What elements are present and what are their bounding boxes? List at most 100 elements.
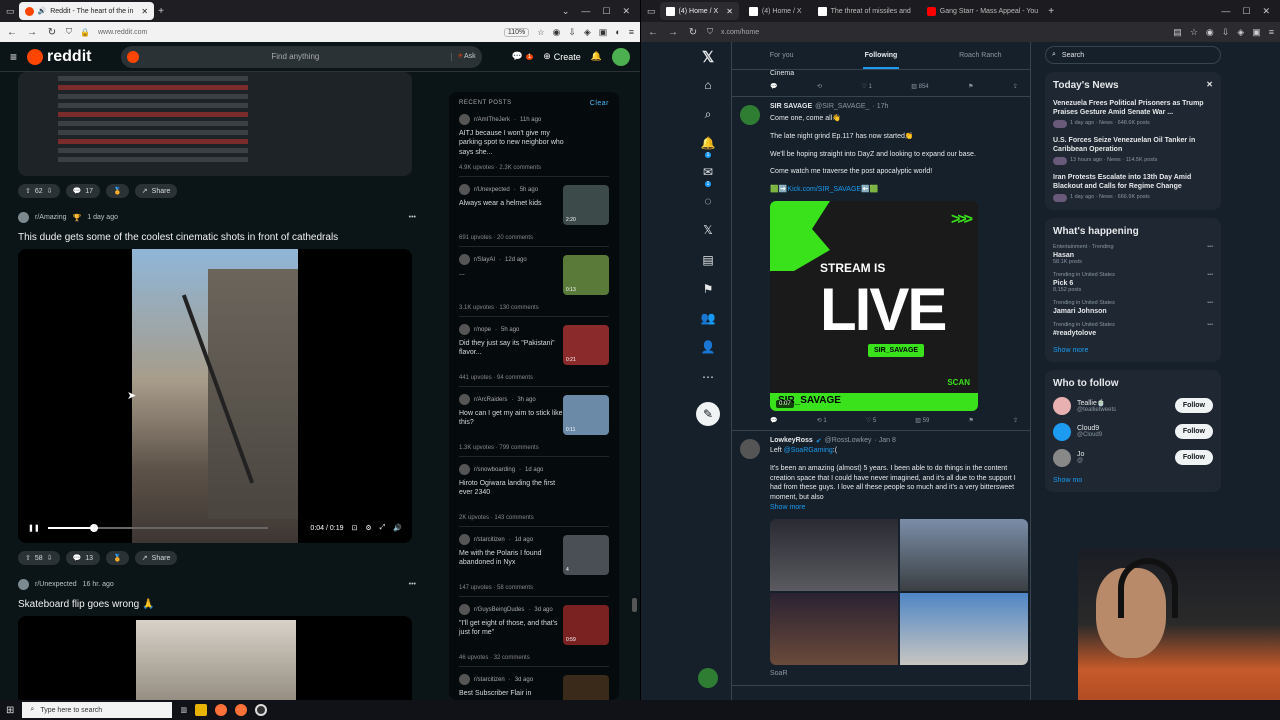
video-progress-bar[interactable] [47, 524, 268, 532]
messages-mail-icon[interactable]: ✉1 [700, 165, 716, 187]
reply-icon[interactable]: 💬 [770, 417, 777, 424]
subreddit-name[interactable]: r/Unexpected [474, 187, 510, 193]
tab-menu-icon[interactable]: ⌄ [562, 6, 570, 17]
subreddit-name[interactable]: r/ArcRaiders [474, 397, 507, 403]
recent-post-thumbnail[interactable] [563, 675, 609, 700]
tab-x-home-2[interactable]: (4) Home / X [743, 2, 808, 20]
news-item[interactable]: Venezuela Frees Political Prisoners as T… [1053, 99, 1213, 128]
tweet-time[interactable]: · Jan 8 [874, 437, 895, 445]
recent-post-item[interactable]: r/AmITheJerk · 11h ago AITJ because I won't… [459, 107, 609, 177]
tab-reddit[interactable]: 🔊 Reddit - The heart of the in ✕ [18, 2, 155, 20]
mention-link[interactable]: @SoaRGaming [784, 447, 833, 454]
subreddit-name[interactable]: r/snowboarding [474, 467, 515, 473]
trend-item[interactable]: Entertainment · Trending ••• Hasan 58.1K po… [1053, 244, 1213, 265]
grok-icon[interactable]: ◌ [700, 194, 716, 210]
tweet-author[interactable]: LowkeyRoss [770, 437, 813, 445]
task-view-icon[interactable]: ▥ [180, 706, 187, 714]
volume-icon[interactable]: 🔊 [393, 524, 402, 532]
reload-icon[interactable]: ↻ [46, 27, 58, 38]
subreddit-name[interactable]: r/SlayAI [474, 257, 495, 263]
like-button[interactable]: ♡ 5 [866, 417, 876, 424]
recent-post-item[interactable]: r/nope · 5h ago Did they just say its "Paki… [459, 317, 609, 387]
photo[interactable] [900, 592, 1028, 665]
more-options-icon[interactable]: ••• [1207, 272, 1213, 278]
tab-x-home[interactable]: (4) Home / X ✕ [659, 2, 739, 20]
share-button[interactable]: ↗ Share [134, 184, 178, 198]
url-field[interactable]: www.reddit.com [98, 29, 496, 36]
tweet-avatar[interactable] [740, 438, 760, 459]
comments-button[interactable]: 💬 17 [65, 184, 101, 198]
news-item[interactable]: U.S. Forces Seize Venezuelan Oil Tanker … [1053, 136, 1213, 165]
captions-icon[interactable]: ⊡ [352, 524, 358, 532]
tab-roach-ranch[interactable]: Roach Ranch [931, 42, 1030, 69]
subreddit-name[interactable]: r/starcitizen [474, 537, 505, 543]
follow-suggestion[interactable]: Cloud9 @Cloud9 Follow [1053, 422, 1213, 441]
video-player[interactable]: ❚❚ 0:04 / 0:19 ⊡ ⚙ ⤢ 🔊 [18, 249, 412, 543]
recent-post-title[interactable]: Always wear a helmet kids [459, 199, 567, 208]
follow-name[interactable]: Teallie🍵 [1077, 399, 1116, 407]
extension-icon[interactable]: ◈ [1237, 27, 1244, 38]
reddit-search-bar[interactable]: Find anything ⍟ Ask [121, 45, 482, 68]
bookmark-icon[interactable]: ⚑ [968, 83, 973, 90]
tab-missiles[interactable]: The threat of missiles and [812, 2, 917, 20]
maximize-icon[interactable]: ☐ [1242, 6, 1250, 17]
video-player[interactable] [18, 616, 412, 700]
recent-post-thumbnail[interactable]: 0:11 [563, 395, 609, 435]
upvote-icon[interactable]: ⇧ [25, 554, 31, 562]
vote-buttons[interactable]: ⇧ 58 ⇩ [18, 551, 60, 565]
pause-icon[interactable]: ❚❚ [28, 524, 40, 532]
more-options-icon[interactable]: ••• [1207, 300, 1213, 306]
award-button[interactable]: 🏅 [106, 184, 129, 198]
news-item[interactable]: Iran Protests Escalate into 13th Day Ami… [1053, 173, 1213, 202]
close-window-icon[interactable]: ✕ [1262, 6, 1270, 17]
minimize-icon[interactable]: — [1221, 6, 1230, 17]
follow-button[interactable]: Follow [1174, 398, 1213, 414]
reddit-logo[interactable]: reddit [27, 48, 91, 66]
x-search-bar[interactable]: ⌕ Search [1045, 46, 1221, 64]
tab-youtube[interactable]: Gang Starr - Mass Appeal - You [921, 2, 1044, 20]
show-more-link[interactable]: Show more [1053, 347, 1213, 354]
home-icon[interactable]: ⌂ [700, 78, 716, 94]
show-more-link[interactable]: Show more [770, 503, 1022, 513]
recent-post-thumbnail[interactable]: 0:21 [563, 325, 609, 365]
user-avatar[interactable] [612, 47, 630, 66]
ask-button[interactable]: ⍟ Ask [451, 52, 476, 61]
tweet-time[interactable]: · 17h [872, 103, 888, 110]
communities-icon[interactable]: 👥 [700, 311, 716, 327]
close-tab-icon[interactable]: ✕ [141, 7, 148, 16]
bookmark-icon[interactable]: ⚑ [968, 417, 973, 424]
firefox-icon[interactable] [215, 704, 228, 716]
close-window-icon[interactable]: ✕ [622, 6, 630, 17]
subreddit-avatar[interactable] [18, 212, 29, 223]
upvote-icon[interactable]: ⇧ [25, 187, 31, 195]
notifications-bell-icon[interactable]: 🔔1 [700, 136, 716, 158]
x-logo-icon[interactable]: 𝕏 [700, 48, 716, 66]
tab-for-you[interactable]: For you [732, 42, 831, 69]
tab-following[interactable]: Following [831, 42, 930, 69]
post-feather-icon[interactable]: ✎ [696, 402, 720, 426]
recent-post-item[interactable]: r/SlayAI · 12d ago... 3.1K upvotes · 130 co… [459, 247, 609, 317]
vote-buttons[interactable]: ⇧ 62 ⇩ [18, 184, 60, 198]
tweet-author[interactable]: SIR SAVAGE [770, 103, 812, 110]
new-tab-icon[interactable]: + [158, 6, 164, 17]
chat-button[interactable]: 💬 1 [512, 51, 534, 62]
extension-icon[interactable]: ◈ [584, 27, 591, 38]
clear-button[interactable]: Clear [590, 100, 609, 107]
hamburger-icon[interactable]: ≡ [10, 50, 17, 64]
new-tab-icon[interactable]: + [1048, 6, 1054, 17]
bookmark-star-icon[interactable]: ☆ [1190, 27, 1198, 38]
subreddit-name[interactable]: r/nope [474, 327, 491, 333]
create-button[interactable]: ⊕ Create [543, 51, 581, 62]
recent-post-thumbnail[interactable]: 0:13 [563, 255, 609, 295]
tweet-handle[interactable]: @RossLowkey [825, 437, 872, 445]
maximize-icon[interactable]: ☐ [602, 6, 610, 17]
photo[interactable] [900, 518, 1028, 591]
extension-icon[interactable]: ◉ [1206, 27, 1214, 38]
recent-post-title[interactable]: ... [459, 269, 567, 278]
back-icon[interactable]: ← [6, 27, 18, 38]
stream-live-card[interactable]: >>> STREAM IS LIVE SIR_SAVAGE SCAN SIR_S… [770, 200, 978, 411]
tweet-lowkeyross[interactable]: LowkeyRoss ✔ @RossLowkey · Jan 8 Left @S… [732, 431, 1030, 686]
trend-item[interactable]: Trending in United States ••• Jamari Johns… [1053, 300, 1213, 315]
reply-icon[interactable]: 💬 [770, 83, 777, 90]
subreddit-name[interactable]: r/GuysBeingDudes [474, 607, 524, 613]
